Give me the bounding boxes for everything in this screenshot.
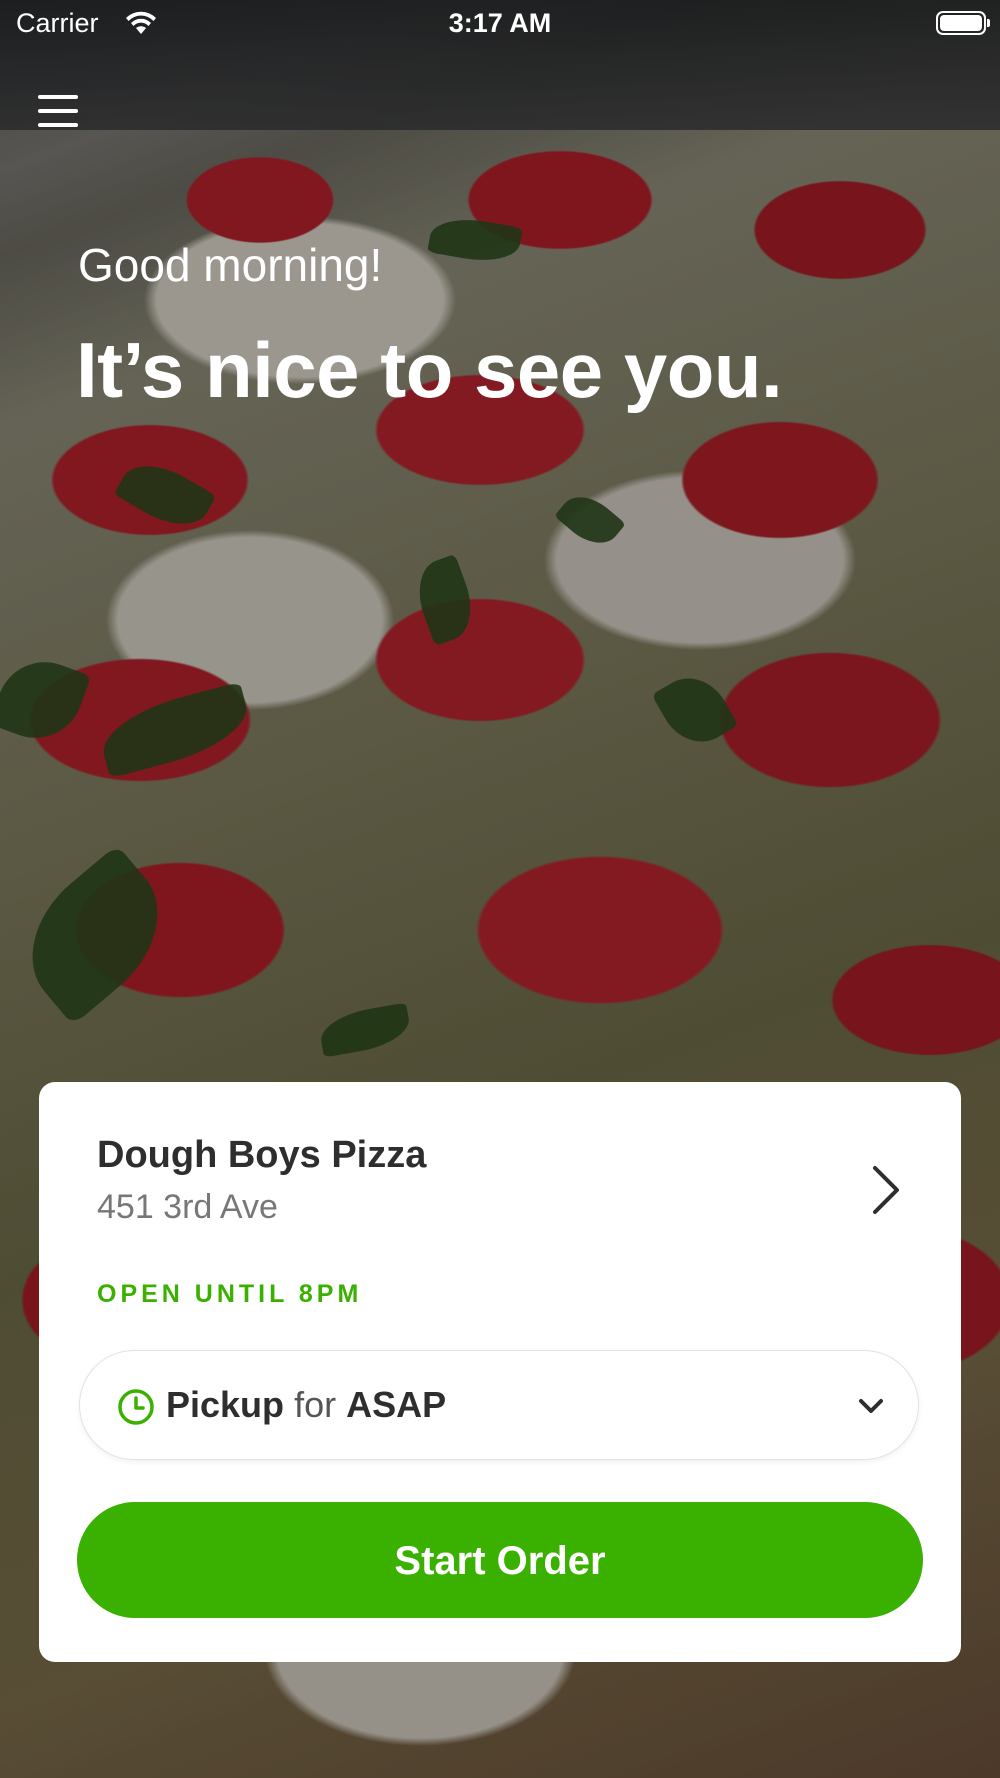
store-address: 451 3rd Ave: [97, 1188, 278, 1226]
chevron-right-icon[interactable]: [865, 1160, 905, 1220]
headline-text: It’s nice to see you.: [76, 326, 783, 414]
hamburger-menu-icon[interactable]: [38, 95, 78, 131]
clock-time: 3:17 AM: [448, 8, 552, 38]
greeting-text: Good morning!: [78, 239, 383, 291]
order-mode: Pickup: [166, 1384, 285, 1425]
clock-icon: [118, 1389, 154, 1425]
start-order-button[interactable]: Start Order: [77, 1502, 923, 1618]
order-type-selector[interactable]: Pickup for ASAP: [79, 1350, 919, 1460]
order-connector: for: [294, 1384, 337, 1425]
order-time: ASAP: [346, 1384, 447, 1425]
open-status-label: OPEN UNTIL 8PM: [97, 1280, 363, 1308]
status-bar: Carrier 3:17 AM: [0, 0, 1000, 50]
chevron-down-icon[interactable]: [856, 1391, 886, 1421]
order-type-text: Pickup for ASAP: [166, 1384, 446, 1426]
store-card: Dough Boys Pizza 451 3rd Ave OPEN UNTIL …: [39, 1082, 961, 1662]
battery-icon: [936, 11, 990, 35]
store-name[interactable]: Dough Boys Pizza: [97, 1134, 426, 1177]
